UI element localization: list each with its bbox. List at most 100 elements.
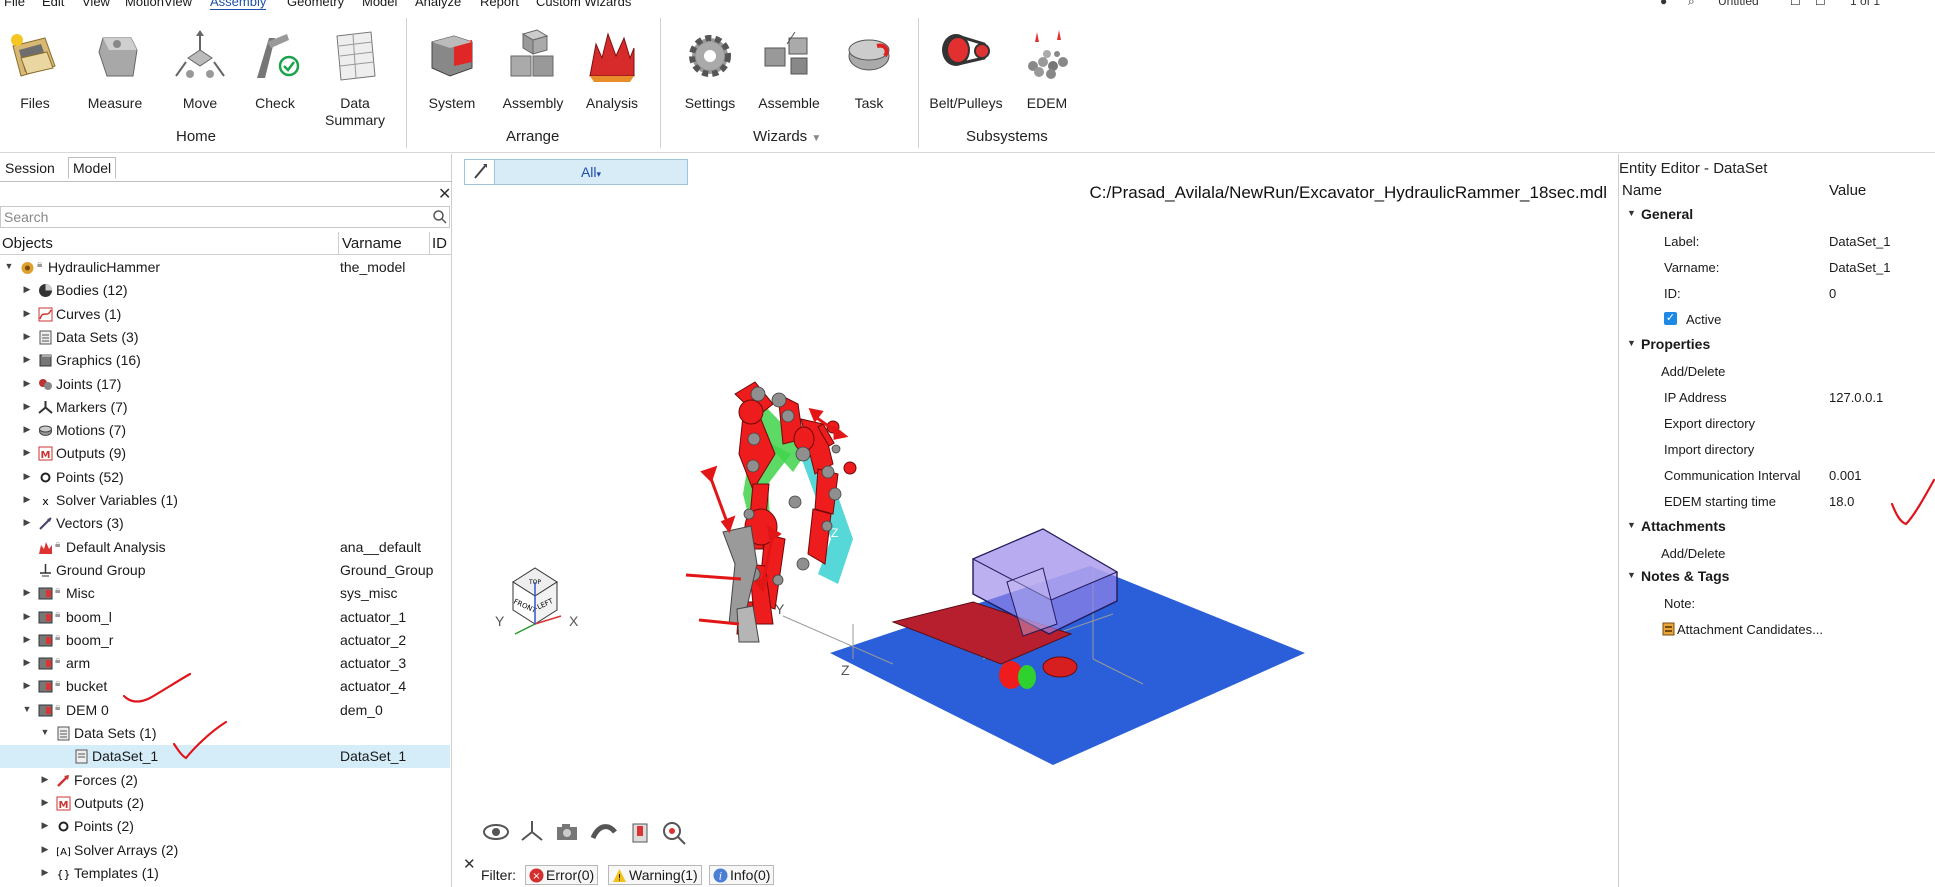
- collapse-icon[interactable]: ▼: [4, 261, 14, 271]
- tree-row[interactable]: Ground Group Ground_Group: [0, 559, 450, 582]
- close-icon[interactable]: ✕: [438, 184, 451, 204]
- edem-button[interactable]: EDEM: [1004, 28, 1090, 112]
- tree-row[interactable]: DataSet_1 DataSet_1: [0, 745, 450, 769]
- prop-comm-value[interactable]: 0.001: [1829, 468, 1862, 483]
- column-id[interactable]: ID: [432, 235, 447, 252]
- tree-row[interactable]: ▶ Curves (1): [0, 303, 450, 326]
- belt-pulleys-button[interactable]: Belt/Pulleys: [923, 28, 1009, 112]
- visibility-icon[interactable]: [481, 818, 511, 846]
- tree-row[interactable]: ▶ Forces (2): [0, 769, 450, 792]
- system-button[interactable]: System: [409, 28, 495, 112]
- search-icon[interactable]: [432, 209, 448, 225]
- tree-row[interactable]: ▶ x Solver Variables (1): [0, 489, 450, 512]
- tree-row[interactable]: ▶ {} Templates (1): [0, 862, 450, 885]
- add-delete-button[interactable]: Add/Delete: [1661, 546, 1725, 561]
- expand-icon[interactable]: ▶: [22, 308, 32, 318]
- active-checkbox[interactable]: ✓: [1664, 312, 1677, 325]
- error-filter-button[interactable]: × Error(0): [525, 865, 599, 885]
- tree-row[interactable]: ▶ Markers (7): [0, 396, 450, 419]
- tree-row[interactable]: ▶ M Outputs (9): [0, 442, 450, 465]
- menu-view[interactable]: View: [82, 0, 110, 9]
- tree-row[interactable]: ▶ Points (2): [0, 815, 450, 838]
- attachment-candidates[interactable]: Attachment Candidates...: [1619, 616, 1904, 642]
- prop-edem-value[interactable]: 18.0: [1829, 494, 1854, 509]
- menu-assembly[interactable]: Assembly: [210, 0, 267, 10]
- prop-ip-value[interactable]: 127.0.0.1: [1829, 390, 1883, 405]
- prop-label-value[interactable]: DataSet_1: [1829, 234, 1890, 249]
- close-icon[interactable]: ✕: [463, 855, 476, 873]
- camera-icon[interactable]: [553, 818, 583, 846]
- window-icon[interactable]: ☐: [1790, 0, 1801, 8]
- help-icon[interactable]: ●: [1660, 0, 1667, 8]
- column-divider[interactable]: [338, 232, 339, 255]
- prop-export-directory[interactable]: Export directory: [1619, 410, 1904, 436]
- section-cut-icon[interactable]: [589, 818, 619, 846]
- tree-row[interactable]: ▶ Points (52): [0, 466, 450, 489]
- assembly-button[interactable]: Assembly: [490, 28, 576, 112]
- section-attachments[interactable]: ▼ Attachments: [1619, 514, 1904, 540]
- prop-label[interactable]: Label: DataSet_1: [1619, 228, 1904, 254]
- prop-import-directory[interactable]: Import directory: [1619, 436, 1904, 462]
- menu-custom-wizards[interactable]: Custom Wizards: [536, 0, 631, 9]
- tree-row[interactable]: 🔒︎ Default Analysis ana__default: [0, 536, 450, 559]
- section-notes-tags[interactable]: ▼ Notes & Tags: [1619, 564, 1904, 590]
- expand-icon[interactable]: ▶: [22, 378, 32, 388]
- axes-icon[interactable]: [517, 818, 547, 846]
- expand-icon[interactable]: ▶: [40, 867, 50, 877]
- settings-button[interactable]: Settings: [667, 28, 753, 112]
- prop-add-delete[interactable]: Add/Delete: [1619, 358, 1904, 384]
- tree-row[interactable]: ▶ 🔒︎ Misc sys_misc: [0, 582, 450, 605]
- tree-row[interactable]: ▼ 🔒︎ DEM 0 dem_0: [0, 699, 450, 722]
- files-button[interactable]: Files: [0, 28, 78, 112]
- menu-geometry[interactable]: Geometry: [287, 0, 344, 9]
- expand-icon[interactable]: ▶: [22, 471, 32, 481]
- menu-motionview[interactable]: MotionView: [125, 0, 192, 9]
- prop-id[interactable]: ID: 0: [1619, 280, 1904, 306]
- tree-row[interactable]: ▶ Joints (17): [0, 373, 450, 396]
- expand-icon[interactable]: ▶: [22, 517, 32, 527]
- collapse-icon[interactable]: ▼: [40, 727, 50, 737]
- column-name[interactable]: Name: [1622, 182, 1662, 199]
- tree-row[interactable]: ▶ [A] Solver Arrays (2): [0, 839, 450, 862]
- menu-report[interactable]: Report: [480, 0, 519, 9]
- expand-icon[interactable]: ▶: [40, 774, 50, 784]
- prop-active[interactable]: ✓ Active: [1619, 306, 1904, 332]
- expand-icon[interactable]: ▶: [22, 284, 32, 294]
- expand-icon[interactable]: ▶: [22, 611, 32, 621]
- view-cube[interactable]: TOP FRONT LEFT Y X: [473, 562, 593, 662]
- tab-model[interactable]: Model: [68, 157, 117, 179]
- tab-session[interactable]: Session: [0, 157, 60, 179]
- expand-icon[interactable]: ▶: [22, 680, 32, 690]
- expand-icon[interactable]: ▶: [22, 354, 32, 364]
- expand-icon[interactable]: ▶: [40, 797, 50, 807]
- section-properties[interactable]: ▼ Properties: [1619, 332, 1904, 358]
- tree-row[interactable]: ▶ 🔒︎ bucket actuator_4: [0, 675, 450, 698]
- expand-icon[interactable]: ▶: [22, 657, 32, 667]
- search-input[interactable]: [0, 206, 450, 228]
- prop-attach-add-delete[interactable]: Add/Delete: [1619, 540, 1904, 566]
- add-delete-button[interactable]: Add/Delete: [1661, 364, 1725, 379]
- measure-button[interactable]: Measure: [72, 28, 158, 112]
- tree-row[interactable]: ▶ 🔒︎ boom_l actuator_1: [0, 606, 450, 629]
- info-filter-button[interactable]: i Info(0): [709, 865, 775, 885]
- tree-row[interactable]: ▶ Graphics (16): [0, 349, 450, 372]
- tree-row[interactable]: ▶ 🔒︎ boom_r actuator_2: [0, 629, 450, 652]
- tree-row[interactable]: ▶ M Outputs (2): [0, 792, 450, 815]
- search-icon[interactable]: ⌕: [1688, 0, 1695, 9]
- expand-icon[interactable]: ▶: [22, 447, 32, 457]
- group-wizards[interactable]: Wizards ▼: [753, 128, 821, 145]
- column-objects[interactable]: Objects: [2, 235, 53, 252]
- column-varname[interactable]: Varname: [342, 235, 402, 252]
- assemble-button[interactable]: Assemble: [746, 28, 832, 112]
- move-button[interactable]: Move: [157, 28, 243, 112]
- warning-filter-button[interactable]: ! Warning(1): [608, 865, 702, 885]
- expand-icon[interactable]: ▶: [40, 820, 50, 830]
- prop-varname[interactable]: Varname: DataSet_1: [1619, 254, 1904, 280]
- prop-varname-value[interactable]: DataSet_1: [1829, 260, 1890, 275]
- menu-analyze[interactable]: Analyze: [415, 0, 461, 9]
- menu-model[interactable]: Model: [362, 0, 397, 9]
- graphics-viewport[interactable]: All▾ C:/Prasad_Avilala/NewRun/Excavator_…: [453, 154, 1617, 887]
- expand-icon[interactable]: ▶: [22, 331, 32, 341]
- document-title-dropdown[interactable]: Untitled: [1718, 0, 1759, 8]
- collapse-icon[interactable]: ▼: [22, 704, 32, 714]
